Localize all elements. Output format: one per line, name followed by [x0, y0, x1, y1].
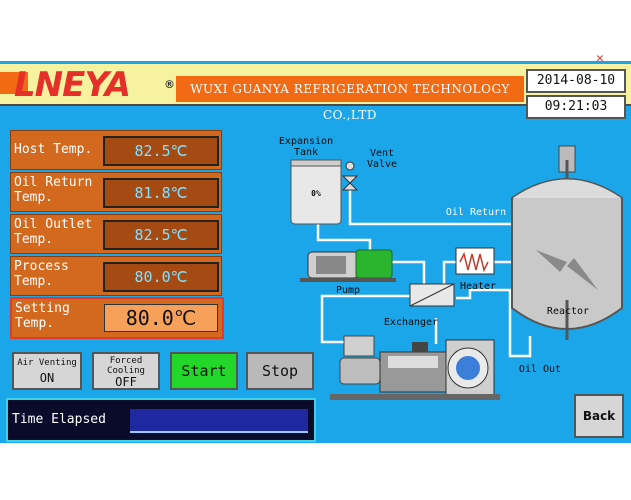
oil-return-label: Oil Return	[445, 207, 507, 218]
process-diagram	[290, 145, 623, 400]
vent-valve-icon[interactable]	[341, 161, 359, 191]
exchanger-label: Exchanger	[383, 317, 439, 328]
vent-valve-label: Vent Valve	[366, 148, 398, 170]
reactor-label: Reactor	[546, 306, 590, 317]
expansion-tank-label: Expansion Tank	[278, 136, 334, 158]
heater-icon	[455, 247, 495, 275]
refrigeration-unit-icon	[330, 335, 500, 400]
oil-out-label: Oil Out	[518, 364, 562, 375]
pump-icon	[300, 249, 396, 282]
tank-level-value: 0%	[311, 189, 321, 198]
exchanger-icon	[409, 283, 455, 307]
heater-label: Heater	[459, 281, 497, 292]
pump-label: Pump	[335, 285, 361, 296]
